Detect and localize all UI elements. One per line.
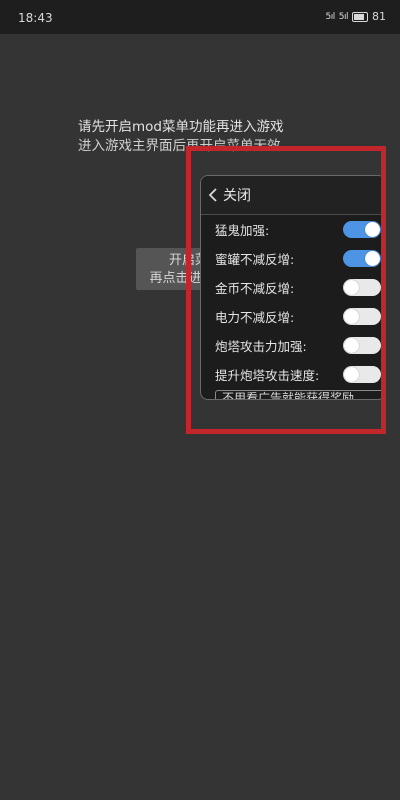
battery-level: 81 xyxy=(372,10,386,23)
battery-icon xyxy=(352,11,368,22)
status-indicators: 5ıl 5ıl 81 xyxy=(326,10,386,23)
signal-icon-2: 5ıl xyxy=(338,11,349,22)
instruction-line-1: 请先开启mod菜单功能再进入游戏 xyxy=(78,119,284,135)
status-bar: 18:43 5ıl 5ıl 81 xyxy=(0,0,400,34)
status-time: 18:43 xyxy=(18,11,53,25)
signal-icon: 5ıl xyxy=(325,11,336,22)
highlight-box xyxy=(186,146,386,434)
